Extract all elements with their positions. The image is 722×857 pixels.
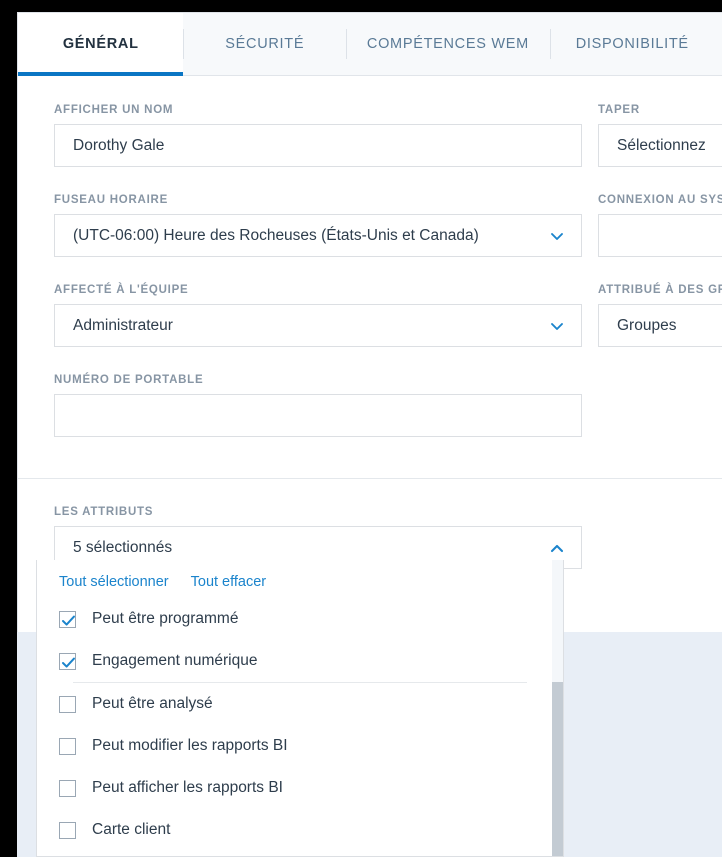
field-assigned-groups: ATTRIBUÉ À DES GROUPES Groupes: [598, 284, 722, 347]
select-assigned-team[interactable]: Administrateur: [54, 304, 582, 347]
select-assigned-groups[interactable]: Groupes: [598, 304, 722, 347]
option-peut-modifier-rapports-bi[interactable]: Peut modifier les rapports BI: [37, 725, 563, 767]
tab-general-label: GÉNÉRAL: [62, 36, 139, 52]
option-label: Peut afficher les rapports BI: [92, 779, 283, 796]
label-assigned-groups: ATTRIBUÉ À DES GROUPES: [598, 284, 722, 296]
label-mobile-number: NUMÉRO DE PORTABLE: [54, 374, 204, 386]
value-type: Sélectionnez: [617, 136, 706, 154]
dropdown-scrollbar-thumb[interactable]: [552, 682, 563, 856]
chevron-down-icon: [549, 318, 565, 334]
checkbox-unchecked-icon[interactable]: [59, 821, 76, 839]
multiselect-attributes-panel: Tout sélectionner Tout effacer Peut être…: [36, 560, 564, 857]
input-system-login[interactable]: [598, 214, 722, 257]
tab-securite-label: SÉCURITÉ: [225, 36, 305, 52]
input-display-name[interactable]: Dorothy Gale: [54, 124, 582, 167]
field-mobile-number: NUMÉRO DE PORTABLE: [54, 374, 582, 437]
label-type: TAPER: [598, 104, 640, 116]
option-label: Peut modifier les rapports BI: [92, 737, 288, 754]
option-peut-afficher-rapports-bi[interactable]: Peut afficher les rapports BI: [37, 767, 563, 809]
label-attributes: LES ATTRIBUTS: [54, 506, 154, 518]
screen: GÉNÉRAL SÉCURITÉ COMPÉTENCES WEM DISPONI…: [0, 0, 722, 857]
checkbox-unchecked-icon[interactable]: [59, 737, 76, 755]
value-attributes-summary: 5 sélectionnés: [73, 538, 173, 556]
multiselect-option-list: Peut être programmé Engagement numérique…: [37, 598, 563, 851]
field-system-login: CONNEXION AU SYSTÈME: [598, 194, 722, 257]
user-detail-card: GÉNÉRAL SÉCURITÉ COMPÉTENCES WEM DISPONI…: [17, 12, 722, 632]
value-display-name: Dorothy Gale: [73, 136, 165, 154]
option-carte-client[interactable]: Carte client: [37, 809, 563, 851]
option-label: Peut être analysé: [92, 695, 213, 712]
label-assigned-team: AFFECTÉ À L'ÉQUIPE: [54, 284, 189, 296]
label-timezone: FUSEAU HORAIRE: [54, 194, 169, 206]
field-timezone: FUSEAU HORAIRE (UTC-06:00) Heure des Roc…: [54, 194, 582, 257]
input-mobile-number[interactable]: [54, 394, 582, 437]
field-type: TAPER Sélectionnez: [598, 104, 722, 167]
select-all-link[interactable]: Tout sélectionner: [59, 574, 169, 590]
form-column-right: TAPER Sélectionnez CONNEXION AU SYSTÈME: [598, 104, 722, 347]
option-engagement-numerique[interactable]: Engagement numérique: [37, 640, 563, 682]
option-peut-etre-programme[interactable]: Peut être programmé: [37, 598, 563, 640]
label-display-name: AFFICHER UN NOM: [54, 104, 174, 116]
value-timezone: (UTC-06:00) Heure des Rocheuses (États-U…: [73, 226, 479, 244]
tab-securite[interactable]: SÉCURITÉ: [183, 13, 346, 75]
label-system-login: CONNEXION AU SYSTÈME: [598, 194, 722, 206]
value-assigned-team: Administrateur: [73, 316, 173, 334]
tab-disponibilite-label: DISPONIBILITÉ: [575, 36, 689, 52]
chevron-down-icon: [549, 228, 565, 244]
tab-competences-wem-label: COMPÉTENCES WEM: [366, 36, 529, 52]
clear-all-link[interactable]: Tout effacer: [191, 574, 267, 590]
option-peut-etre-analyse[interactable]: Peut être analysé: [37, 683, 563, 725]
tab-general[interactable]: GÉNÉRAL: [18, 13, 184, 76]
section-divider: [18, 478, 722, 479]
checkbox-checked-icon[interactable]: [59, 610, 76, 628]
tab-competences-wem[interactable]: COMPÉTENCES WEM: [346, 13, 550, 75]
fields-grid: AFFICHER UN NOM Dorothy Gale FUSEAU HORA…: [18, 76, 722, 569]
select-timezone[interactable]: (UTC-06:00) Heure des Rocheuses (États-U…: [54, 214, 582, 257]
checkbox-checked-icon[interactable]: [59, 652, 76, 670]
select-type[interactable]: Sélectionnez: [598, 124, 722, 167]
checkbox-unchecked-icon[interactable]: [59, 779, 76, 797]
field-assigned-team: AFFECTÉ À L'ÉQUIPE Administrateur: [54, 284, 582, 347]
field-display-name: AFFICHER UN NOM Dorothy Gale: [54, 104, 582, 167]
form-column-left: AFFICHER UN NOM Dorothy Gale FUSEAU HORA…: [54, 104, 582, 437]
chevron-up-icon: [549, 540, 565, 556]
tab-disponibilite[interactable]: DISPONIBILITÉ: [549, 13, 722, 75]
option-label: Carte client: [92, 821, 171, 838]
option-label: Engagement numérique: [92, 652, 258, 669]
option-label: Peut être programmé: [92, 610, 239, 627]
tab-bar: GÉNÉRAL SÉCURITÉ COMPÉTENCES WEM DISPONI…: [18, 13, 722, 76]
multiselect-actions: Tout sélectionner Tout effacer: [37, 560, 563, 598]
value-assigned-groups: Groupes: [617, 316, 677, 334]
form-body: AFFICHER UN NOM Dorothy Gale FUSEAU HORA…: [18, 76, 722, 632]
checkbox-unchecked-icon[interactable]: [59, 695, 76, 713]
dropdown-scrollbar-track[interactable]: [552, 560, 563, 856]
